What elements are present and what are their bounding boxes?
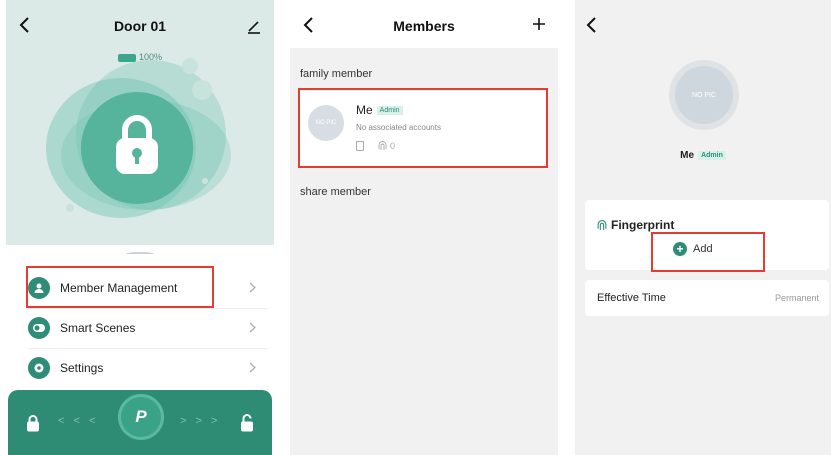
unlock-slider-bar[interactable]: < < < P > > >	[8, 390, 272, 455]
profile-name-row: Me Admin	[575, 150, 831, 161]
panel-handle[interactable]	[126, 252, 154, 256]
chevron-right-icon	[249, 282, 256, 293]
lock-open-icon[interactable]	[240, 414, 254, 432]
page-title: Members	[393, 18, 455, 34]
slide-handle-label: P	[135, 407, 147, 426]
members-screen: Members family member NO PIC Me Admin No …	[290, 0, 558, 455]
padlock-icon	[116, 115, 158, 174]
detail-header	[575, 0, 831, 48]
gear-icon	[28, 357, 50, 379]
family-member-section-label: family member	[300, 68, 373, 80]
profile-name: Me	[680, 150, 695, 161]
decor-dot	[192, 80, 212, 100]
lock-closed-icon[interactable]	[26, 414, 40, 432]
battery-icon	[117, 53, 136, 62]
menu-item-label: Smart Scenes	[60, 321, 136, 335]
menu-item-label: Settings	[60, 361, 104, 375]
fingerprint-icon	[597, 219, 607, 230]
door-screen: Door 01 100% Member Management Smart Sce…	[6, 0, 274, 455]
back-icon[interactable]	[585, 16, 599, 34]
chevron-right-icon	[249, 322, 256, 333]
menu-item-settings[interactable]: Settings	[14, 348, 268, 388]
battery-text: 100%	[138, 52, 163, 62]
members-header: Members	[290, 0, 558, 48]
door-header: Door 01	[6, 0, 274, 48]
slide-handle[interactable]: P	[118, 394, 164, 440]
admin-badge: Admin	[698, 150, 726, 160]
highlight-add-button	[651, 232, 765, 272]
effective-time-row[interactable]: Effective Time Permanent	[585, 280, 829, 316]
member-detail-screen: NO PIC Me Admin Fingerprint + Add Effecti…	[575, 0, 831, 455]
decor-dot	[202, 178, 208, 184]
avatar-placeholder-text: NO PIC	[691, 91, 717, 99]
page-title: Door 01	[113, 18, 167, 34]
battery-indicator: 100%	[6, 52, 274, 62]
fingerprint-title-row: Fingerprint	[597, 218, 674, 232]
menu-item-smart-scenes[interactable]: Smart Scenes	[14, 308, 268, 348]
plus-icon[interactable]	[532, 17, 546, 31]
toggle-icon	[28, 317, 50, 339]
edit-icon[interactable]	[246, 18, 262, 34]
highlight-member-management	[26, 266, 214, 308]
decor-dot	[66, 204, 74, 212]
slide-left-arrows: < < <	[58, 415, 99, 427]
share-member-section-label: share member	[300, 186, 371, 198]
fingerprint-title: Fingerprint	[611, 218, 675, 232]
slide-right-arrows: > > >	[180, 415, 221, 427]
effective-time-value: Permanent	[774, 293, 819, 303]
effective-time-label: Effective Time	[597, 292, 666, 304]
highlight-member-card	[298, 88, 548, 168]
profile-avatar[interactable]: NO PIC	[669, 60, 739, 130]
chevron-right-icon	[249, 362, 256, 373]
